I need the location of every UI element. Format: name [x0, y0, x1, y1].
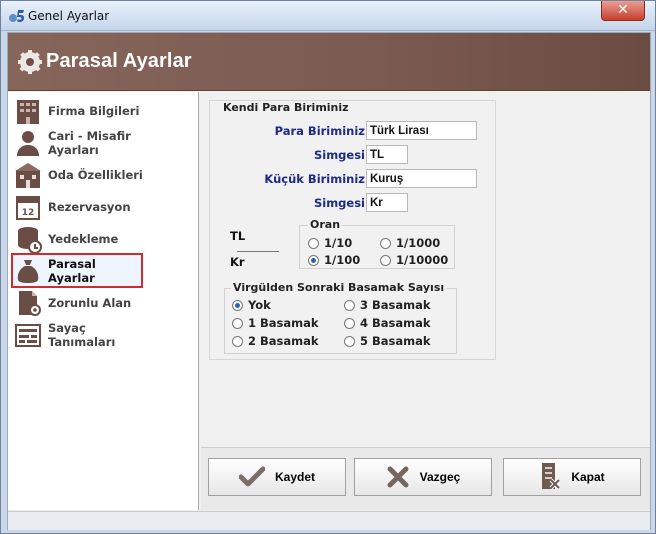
radio-icon — [380, 237, 391, 249]
kr-label: Kr — [230, 255, 245, 269]
decimal-group: Virgülden Sonraki Basamak Sayısı Yok 1 B… — [224, 281, 457, 354]
page-title: Parasal Ayarlar — [46, 50, 192, 72]
sidebar-item-label: Rezervasyon — [48, 200, 131, 214]
sidebar-item-zorunlu-alan[interactable]: Zorunlu Alan — [13, 286, 143, 320]
counter-icon — [15, 324, 41, 347]
decimal-option-2[interactable]: 2 Basamak — [232, 334, 319, 348]
sidebar-item-label: Zorunlu Alan — [48, 296, 132, 310]
sub-unit-label: Küçük Biriminiz — [264, 172, 365, 186]
ratio-option-1-100[interactable]: 1/100 — [308, 253, 360, 267]
currency-panel-title: Kendi Para Biriminiz — [221, 101, 351, 114]
document-gear-icon — [19, 291, 41, 316]
building-icon — [17, 100, 39, 124]
settings-window: Genel Ayarlar ✕ Parasal Ayarlar Firma Bi… — [0, 0, 656, 534]
close-button[interactable]: Kapat — [503, 458, 641, 496]
backup-icon — [18, 227, 42, 254]
sidebar-item-firma-bilgileri[interactable]: Firma Bilgileri — [13, 94, 143, 128]
save-button[interactable]: Kaydet — [208, 458, 346, 496]
radio-icon — [232, 335, 243, 347]
svg-text:12: 12 — [22, 208, 35, 218]
gear-icon — [18, 50, 42, 74]
currency-settings-panel: Kendi Para Biriminiz Para Biriminiz Simg… — [209, 100, 496, 360]
radio-icon — [344, 299, 355, 311]
sub-unit-field[interactable] — [366, 169, 477, 188]
sidebar-item-yedekleme[interactable]: Yedekleme — [13, 222, 143, 256]
sidebar-item-rezervasyon[interactable]: 12 Rezervasyon — [13, 190, 143, 224]
radio-icon — [344, 335, 355, 347]
decimal-option-1[interactable]: 1 Basamak — [232, 316, 319, 330]
settings-content: Kendi Para Biriminiz Para Biriminiz Simg… — [201, 92, 650, 447]
sidebar-item-oda-ozellikleri[interactable]: Oda Özellikleri — [13, 158, 143, 192]
user-icon — [17, 131, 39, 156]
cancel-button[interactable]: Vazgeç — [354, 458, 492, 496]
decimal-option-yok[interactable]: Yok — [232, 298, 271, 312]
close-x-icon — [387, 466, 409, 488]
settings-sidebar: Firma Bilgileri Cari - Misafir Ayarları … — [8, 92, 199, 510]
app-icon — [9, 10, 24, 22]
radio-icon — [380, 254, 391, 266]
sidebar-item-label: Firma Bilgileri — [48, 104, 140, 118]
sidebar-item-cari-misafir-ayarlari[interactable]: Cari - Misafir Ayarları — [13, 126, 143, 160]
room-icon — [15, 163, 41, 188]
sidebar-item-label: Cari - Misafir Ayarları — [48, 129, 131, 157]
decimal-title: Virgülden Sonraki Basamak Sayısı — [231, 281, 447, 294]
calendar-icon: 12 — [16, 196, 40, 220]
sidebar-item-label: Parasal Ayarlar — [48, 256, 96, 285]
ratio-option-1-10000[interactable]: 1/10000 — [380, 253, 448, 267]
ratio-option-1-10[interactable]: 1/10 — [308, 236, 352, 250]
sidebar-item-parasal-ayarlar[interactable]: Parasal Ayarlar — [11, 253, 143, 288]
check-icon — [238, 466, 265, 487]
sidebar-item-label: Oda Özellikleri — [48, 168, 143, 182]
ratio-separator — [237, 251, 279, 252]
window-close-button[interactable]: ✕ — [601, 1, 645, 21]
radio-icon — [308, 237, 319, 249]
action-bar: Kaydet Vazgeç Kapat — [201, 447, 650, 510]
radio-icon — [232, 317, 243, 329]
currency-label: Para Biriminiz — [274, 124, 365, 138]
sidebar-item-label: Sayaç Tanımaları — [48, 321, 116, 349]
decimal-option-5[interactable]: 5 Basamak — [344, 334, 431, 348]
sidebar-item-sayac-tanimalari[interactable]: Sayaç Tanımaları — [13, 318, 143, 352]
sub-symbol-field[interactable] — [366, 193, 408, 212]
money-bag-icon — [17, 259, 39, 283]
symbol-label: Simgesi — [313, 148, 365, 162]
symbol-field[interactable] — [366, 145, 408, 164]
sidebar-item-label: Yedekleme — [48, 232, 119, 246]
page-header: Parasal Ayarlar — [8, 33, 650, 91]
radio-icon — [232, 299, 243, 311]
sub-symbol-label: Simgesi — [313, 196, 365, 210]
currency-field[interactable] — [366, 121, 477, 140]
radio-icon — [308, 254, 319, 266]
ratio-group: Oran 1/10 1/100 1/1000 1/10000 — [299, 218, 455, 269]
window-title: Genel Ayarlar — [28, 9, 110, 23]
title-bar: Genel Ayarlar ✕ — [1, 1, 655, 31]
radio-icon — [344, 317, 355, 329]
tl-label: TL — [230, 229, 246, 243]
decimal-option-3[interactable]: 3 Basamak — [344, 298, 431, 312]
status-bar — [8, 511, 650, 530]
decimal-option-4[interactable]: 4 Basamak — [344, 316, 431, 330]
ratio-option-1-1000[interactable]: 1/1000 — [380, 236, 440, 250]
server-close-icon — [542, 463, 561, 490]
ratio-title: Oran — [308, 218, 343, 231]
